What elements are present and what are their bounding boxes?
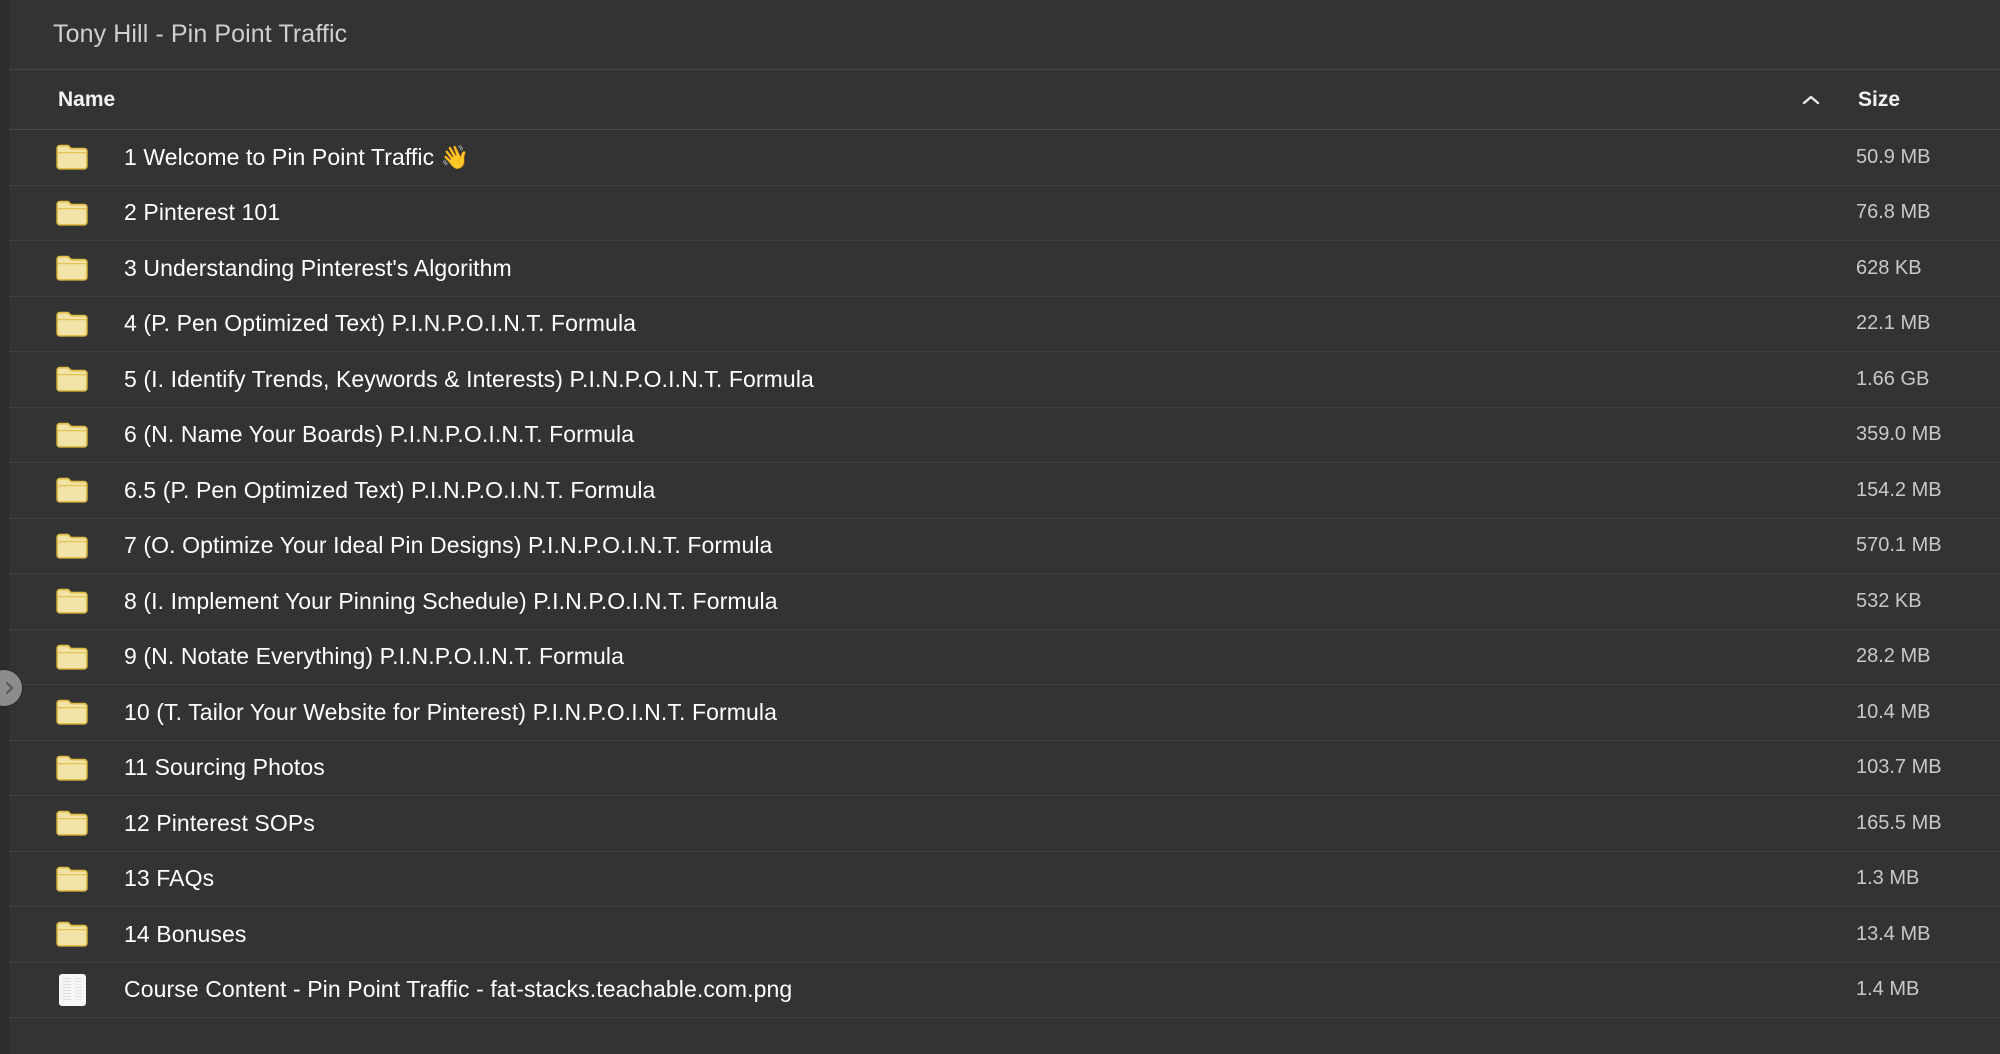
folder-icon xyxy=(56,752,88,784)
file-size: 570.1 MB xyxy=(1856,534,1942,557)
table-row[interactable]: 11 Sourcing Photos 103.7 MB xyxy=(0,741,2000,796)
file-name: 10 (T. Tailor Your Website for Pinterest… xyxy=(124,698,778,725)
file-size: 1.3 MB xyxy=(1856,867,1920,890)
folder-icon xyxy=(56,863,88,895)
folder-icon xyxy=(56,363,88,395)
file-name: 9 (N. Notate Everything) P.I.N.P.O.I.N.T… xyxy=(124,643,625,670)
table-row[interactable]: 13 FAQs 1.3 MB xyxy=(0,852,2000,907)
table-row[interactable]: 10 (T. Tailor Your Website for Pinterest… xyxy=(0,685,2000,741)
file-name: 6 (N. Name Your Boards) P.I.N.P.O.I.N.T.… xyxy=(124,421,635,448)
folder-icon xyxy=(56,807,88,839)
table-row[interactable]: 6.5 (P. Pen Optimized Text) P.I.N.P.O.I.… xyxy=(0,463,2000,519)
file-size: 28.2 MB xyxy=(1856,645,1931,668)
file-size: 76.8 MB xyxy=(1856,201,1931,224)
file-size: 103.7 MB xyxy=(1856,756,1942,779)
table-row[interactable]: 3 Understanding Pinterest's Algorithm 628… xyxy=(0,241,2000,297)
sort-ascending-chevron-up-icon[interactable] xyxy=(1797,86,1825,114)
file-name: 5 (I. Identify Trends, Keywords & Intere… xyxy=(124,365,814,392)
file-name: Course Content - Pin Point Traffic - fat… xyxy=(124,976,793,1003)
window-title-bar: Tony Hill - Pin Point Traffic xyxy=(0,0,2000,70)
folder-icon xyxy=(56,530,88,562)
folder-icon xyxy=(56,197,88,229)
file-name: 2 Pinterest 101 xyxy=(124,199,281,226)
table-row[interactable]: 6 (N. Name Your Boards) P.I.N.P.O.I.N.T.… xyxy=(0,408,2000,463)
file-size: 1.4 MB xyxy=(1856,978,1920,1001)
file-size: 50.9 MB xyxy=(1856,145,1931,168)
chevron-right-icon xyxy=(3,680,17,696)
folder-icon xyxy=(56,474,88,506)
folder-icon xyxy=(56,585,88,617)
file-size: 1.66 GB xyxy=(1856,367,1930,390)
file-size: 628 KB xyxy=(1856,256,1922,279)
left-edge-rail xyxy=(0,0,9,1054)
file-size: 154.2 MB xyxy=(1856,478,1942,501)
table-row[interactable]: 7 (O. Optimize Your Ideal Pin Designs) P… xyxy=(0,519,2000,574)
file-size: 10.4 MB xyxy=(1856,700,1931,723)
file-name: 1 Welcome to Pin Point Traffic 👋 xyxy=(124,143,470,170)
column-header-name[interactable]: Name xyxy=(58,88,115,112)
folder-icon xyxy=(56,419,88,451)
file-name: 14 Bonuses xyxy=(124,920,247,947)
table-row[interactable]: 8 (I. Implement Your Pinning Schedule) P… xyxy=(0,574,2000,630)
folder-icon xyxy=(56,141,88,173)
table-row[interactable]: 9 (N. Notate Everything) P.I.N.P.O.I.N.T… xyxy=(0,630,2000,685)
table-row[interactable]: 12 Pinterest SOPs 165.5 MB xyxy=(0,796,2000,852)
table-row[interactable]: 4 (P. Pen Optimized Text) P.I.N.P.O.I.N.… xyxy=(0,297,2000,352)
file-size: 13.4 MB xyxy=(1856,922,1931,945)
file-name: 13 FAQs xyxy=(124,865,215,892)
file-name: 7 (O. Optimize Your Ideal Pin Designs) P… xyxy=(124,532,773,559)
image-thumbnail-icon xyxy=(56,973,88,1006)
file-size: 22.1 MB xyxy=(1856,312,1931,335)
table-row[interactable]: 5 (I. Identify Trends, Keywords & Intere… xyxy=(0,352,2000,408)
file-size: 165.5 MB xyxy=(1856,811,1942,834)
table-row[interactable]: 14 Bonuses 13.4 MB xyxy=(0,907,2000,963)
file-name: 8 (I. Implement Your Pinning Schedule) P… xyxy=(124,587,778,614)
column-header-row: Name Size xyxy=(0,70,2000,130)
file-name: 6.5 (P. Pen Optimized Text) P.I.N.P.O.I.… xyxy=(124,476,656,503)
page-title: Tony Hill - Pin Point Traffic xyxy=(53,20,348,48)
file-name: 3 Understanding Pinterest's Algorithm xyxy=(124,254,512,281)
table-row[interactable]: Course Content - Pin Point Traffic - fat… xyxy=(0,963,2000,1018)
column-header-size[interactable]: Size xyxy=(1858,88,1900,112)
file-name: 12 Pinterest SOPs xyxy=(124,809,315,836)
file-size: 532 KB xyxy=(1856,589,1922,612)
folder-icon xyxy=(56,696,88,728)
table-row[interactable]: 2 Pinterest 101 76.8 MB xyxy=(0,186,2000,241)
file-list[interactable]: 1 Welcome to Pin Point Traffic 👋 50.9 MB 2… xyxy=(0,130,2000,1054)
folder-icon xyxy=(56,252,88,284)
folder-icon xyxy=(56,641,88,673)
file-browser-window: Tony Hill - Pin Point Traffic Name Size … xyxy=(0,0,2000,1054)
table-row[interactable]: 1 Welcome to Pin Point Traffic 👋 50.9 MB xyxy=(0,130,2000,186)
folder-icon xyxy=(56,308,88,340)
file-name: 11 Sourcing Photos xyxy=(124,754,325,781)
file-size: 359.0 MB xyxy=(1856,423,1942,446)
image-thumbnail xyxy=(58,973,86,1006)
folder-icon xyxy=(56,918,88,950)
file-name: 4 (P. Pen Optimized Text) P.I.N.P.O.I.N.… xyxy=(124,310,637,337)
